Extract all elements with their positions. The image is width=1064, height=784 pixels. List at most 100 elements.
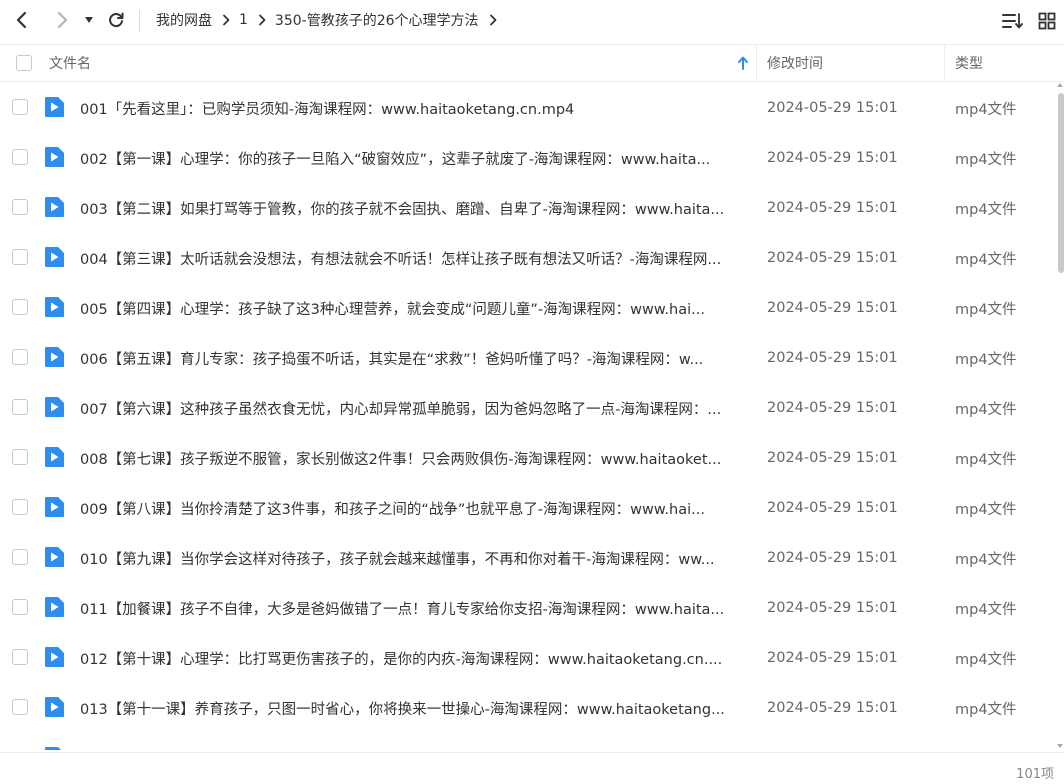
video-file-icon bbox=[45, 497, 64, 517]
file-name[interactable]: 008【第七课】孩子叛逆不服管，家长别做这2件事！只会两败俱伤-海淘课程网：ww… bbox=[80, 433, 748, 483]
file-row[interactable]: 004【第三课】太听话就会没想法，有想法就会不听话！怎样让孩子既有想法又听话？-… bbox=[0, 233, 1056, 283]
scroll-up-arrow-icon[interactable] bbox=[1057, 83, 1063, 87]
toolbar-divider bbox=[139, 10, 140, 32]
file-type: mp4文件 bbox=[955, 301, 1017, 318]
row-checkbox[interactable] bbox=[12, 649, 28, 665]
file-name[interactable]: 011【加餐课】孩子不自律，大多是爸妈做错了一点！育儿专家给你支招-海淘课程网：… bbox=[80, 583, 748, 633]
scroll-down-arrow-icon[interactable] bbox=[1057, 744, 1063, 748]
file-modified-time: 2024-05-29 15:01 bbox=[767, 700, 898, 716]
file-row[interactable]: 010【第九课】当你学会这样对待孩子，孩子就会越来越懂事，不再和你对着干-海淘课… bbox=[0, 533, 1056, 583]
file-type: mp4文件 bbox=[955, 101, 1017, 118]
row-checkbox[interactable] bbox=[12, 449, 28, 465]
file-name[interactable]: 007【第六课】这种孩子虽然衣食无忧，内心却异常孤单脆弱，因为爸妈忽略了一点-海… bbox=[80, 383, 748, 433]
file-row[interactable]: 003【第二课】如果打骂等于管教，你的孩子就不会固执、磨蹭、自卑了-海淘课程网：… bbox=[0, 183, 1056, 233]
forward-button[interactable] bbox=[50, 8, 74, 32]
sort-button[interactable] bbox=[1002, 10, 1024, 32]
video-file-icon bbox=[45, 447, 64, 467]
row-checkbox[interactable] bbox=[12, 399, 28, 415]
row-checkbox[interactable] bbox=[12, 199, 28, 215]
row-checkbox[interactable] bbox=[12, 249, 28, 265]
file-row[interactable]: 006【第五课】育儿专家：孩子捣蛋不听话，其实是在“求救”！爸妈听懂了吗？-海淘… bbox=[0, 333, 1056, 383]
grid-view-button[interactable] bbox=[1036, 10, 1058, 32]
file-modified-time: 2024-05-29 15:01 bbox=[767, 450, 898, 466]
column-type[interactable]: 类型 bbox=[955, 45, 983, 81]
item-count: 101项 bbox=[1016, 767, 1054, 782]
row-checkbox[interactable] bbox=[12, 699, 28, 715]
file-row[interactable]: 002【第一课】心理学：你的孩子一旦陷入“破窗效应”，这辈子就废了-海淘课程网：… bbox=[0, 133, 1056, 183]
file-type: mp4文件 bbox=[955, 151, 1017, 168]
file-name[interactable]: 006【第五课】育儿专家：孩子捣蛋不听话，其实是在“求救”！爸妈听懂了吗？-海淘… bbox=[80, 333, 748, 383]
file-name[interactable]: 002【第一课】心理学：你的孩子一旦陷入“破窗效应”，这辈子就废了-海淘课程网：… bbox=[80, 133, 748, 183]
video-file-icon bbox=[45, 597, 64, 617]
file-modified-time: 2024-05-29 15:01 bbox=[767, 650, 898, 666]
sort-ascending-icon[interactable] bbox=[737, 45, 749, 81]
column-divider[interactable] bbox=[756, 45, 757, 81]
breadcrumb: 我的网盘 1 350-管教孩子的26个心理学方法 bbox=[156, 9, 506, 31]
file-row-partial[interactable] bbox=[0, 733, 1056, 750]
row-checkbox[interactable] bbox=[12, 149, 28, 165]
row-checkbox[interactable] bbox=[12, 99, 28, 115]
chevron-right-icon bbox=[57, 11, 68, 29]
row-checkbox[interactable] bbox=[12, 499, 28, 515]
file-modified-time: 2024-05-29 15:01 bbox=[767, 550, 898, 566]
chevron-right-icon bbox=[222, 14, 230, 26]
video-file-icon bbox=[45, 547, 64, 567]
breadcrumb-item-folder[interactable]: 1 bbox=[239, 12, 248, 28]
file-type: mp4文件 bbox=[955, 201, 1017, 218]
file-name[interactable]: 009【第八课】当你拎清楚了这3件事，和孩子之间的“战争”也就平息了-海淘课程网… bbox=[80, 483, 748, 533]
video-file-icon bbox=[45, 297, 64, 317]
select-all-checkbox[interactable] bbox=[16, 45, 32, 81]
file-modified-time: 2024-05-29 15:01 bbox=[767, 600, 898, 616]
video-file-icon bbox=[45, 347, 64, 367]
sort-list-icon bbox=[1002, 13, 1023, 29]
scrollbar-thumb[interactable] bbox=[1058, 93, 1064, 273]
row-checkbox[interactable] bbox=[12, 349, 28, 365]
refresh-button[interactable] bbox=[104, 8, 128, 32]
grid-icon bbox=[1038, 12, 1056, 30]
file-name[interactable]: 013【第十一课】养育孩子，只图一时省心，你将换来一世操心-海淘课程网：www.… bbox=[80, 683, 748, 733]
chevron-right-icon[interactable] bbox=[489, 14, 497, 26]
video-file-icon bbox=[45, 397, 64, 417]
column-name[interactable]: 文件名 bbox=[49, 45, 91, 81]
file-row[interactable]: 008【第七课】孩子叛逆不服管，家长别做这2件事！只会两败俱伤-海淘课程网：ww… bbox=[0, 433, 1056, 483]
file-row[interactable]: 005【第四课】心理学：孩子缺了这3种心理营养，就会变成“问题儿童”-海淘课程网… bbox=[0, 283, 1056, 333]
chevron-right-icon bbox=[258, 14, 266, 26]
file-name[interactable]: 010【第九课】当你学会这样对待孩子，孩子就会越来越懂事，不再和你对着干-海淘课… bbox=[80, 533, 748, 583]
video-file-icon bbox=[45, 247, 64, 267]
breadcrumb-item-root[interactable]: 我的网盘 bbox=[156, 10, 212, 30]
file-modified-time: 2024-05-29 15:01 bbox=[767, 300, 898, 316]
column-divider[interactable] bbox=[944, 45, 945, 81]
file-row[interactable]: 007【第六课】这种孩子虽然衣食无忧，内心却异常孤单脆弱，因为爸妈忽略了一点-海… bbox=[0, 383, 1056, 433]
row-checkbox[interactable] bbox=[12, 299, 28, 315]
file-name[interactable]: 003【第二课】如果打骂等于管教，你的孩子就不会固执、磨蹭、自卑了-海淘课程网：… bbox=[80, 183, 748, 233]
file-row[interactable]: 001「先看这里」：已购学员须知-海淘课程网：www.haitaoketang.… bbox=[0, 83, 1056, 133]
chevron-left-icon bbox=[16, 11, 27, 29]
status-bar: 101项 bbox=[0, 752, 1064, 784]
video-file-icon bbox=[45, 647, 64, 667]
file-modified-time: 2024-05-29 15:01 bbox=[767, 100, 898, 116]
file-row[interactable]: 011【加餐课】孩子不自律，大多是爸妈做错了一点！育儿专家给你支招-海淘课程网：… bbox=[0, 583, 1056, 633]
file-type: mp4文件 bbox=[955, 251, 1017, 268]
back-button[interactable] bbox=[10, 8, 34, 32]
file-type: mp4文件 bbox=[955, 701, 1017, 718]
file-name[interactable]: 005【第四课】心理学：孩子缺了这3种心理营养，就会变成“问题儿童”-海淘课程网… bbox=[80, 283, 748, 333]
file-row[interactable]: 009【第八课】当你拎清楚了这3件事，和孩子之间的“战争”也就平息了-海淘课程网… bbox=[0, 483, 1056, 533]
file-row[interactable]: 013【第十一课】养育孩子，只图一时省心，你将换来一世操心-海淘课程网：www.… bbox=[0, 683, 1056, 733]
row-checkbox[interactable] bbox=[12, 599, 28, 615]
file-modified-time: 2024-05-29 15:01 bbox=[767, 150, 898, 166]
video-file-icon bbox=[45, 197, 64, 217]
file-name[interactable]: 001「先看这里」：已购学员须知-海淘课程网：www.haitaoketang.… bbox=[80, 83, 748, 133]
scrollbar[interactable] bbox=[1056, 83, 1064, 750]
column-modified[interactable]: 修改时间 bbox=[767, 45, 823, 81]
file-type: mp4文件 bbox=[955, 451, 1017, 468]
file-name[interactable]: 004【第三课】太听话就会没想法，有想法就会不听话！怎样让孩子既有想法又听话？-… bbox=[80, 233, 748, 283]
file-name[interactable]: 012【第十课】心理学：比打骂更伤害孩子的，是你的内疚-海淘课程网：www.ha… bbox=[80, 633, 748, 683]
refresh-icon bbox=[109, 12, 124, 28]
file-modified-time: 2024-05-29 15:01 bbox=[767, 200, 898, 216]
file-row[interactable]: 012【第十课】心理学：比打骂更伤害孩子的，是你的内疚-海淘课程网：www.ha… bbox=[0, 633, 1056, 683]
file-type: mp4文件 bbox=[955, 551, 1017, 568]
row-checkbox[interactable] bbox=[12, 549, 28, 565]
breadcrumb-item-current[interactable]: 350-管教孩子的26个心理学方法 bbox=[275, 10, 479, 30]
history-dropdown-button[interactable] bbox=[78, 8, 100, 32]
video-file-icon bbox=[45, 147, 64, 167]
